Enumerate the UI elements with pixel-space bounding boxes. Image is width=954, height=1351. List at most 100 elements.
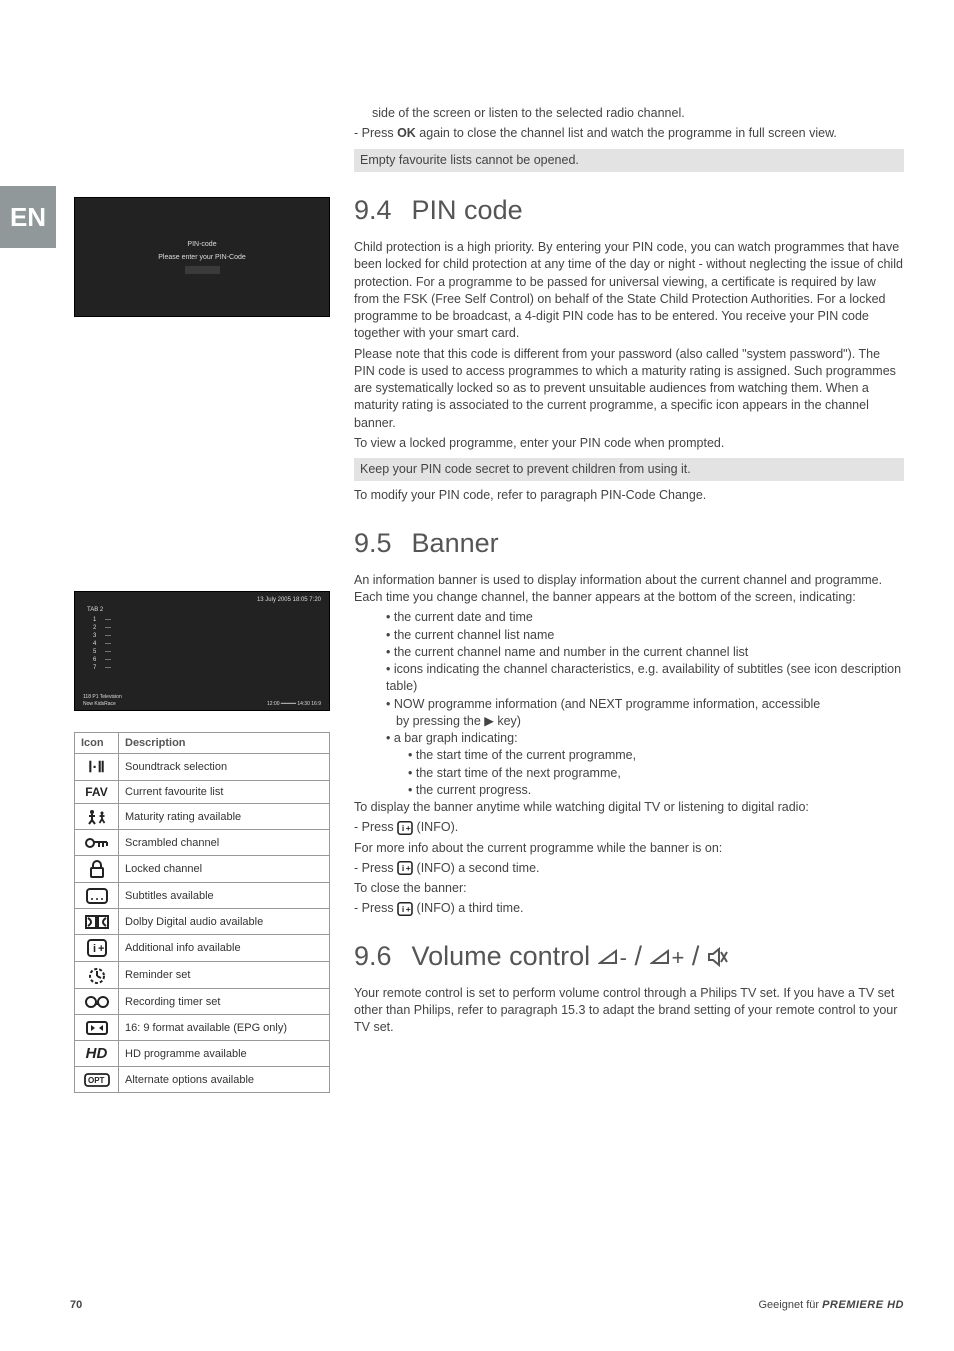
body-text: For more info about the current programm… (354, 840, 904, 857)
cell-desc: 16: 9 format available (EPG only) (119, 1015, 330, 1041)
cell-desc: Reminder set (119, 962, 330, 989)
icon-description-table: Icon Description Ⅰ·ⅡSoundtrack selection… (74, 732, 330, 1093)
heading-title: Banner (412, 528, 499, 558)
dolby-icon (75, 909, 119, 935)
text: - Press (354, 126, 397, 140)
opt-icon: OPT (75, 1067, 119, 1093)
sub-bullet: the current progress. (408, 782, 904, 799)
info-icon: i+ (75, 935, 119, 962)
svg-text:+: + (98, 943, 104, 955)
table-row: OPT Alternate options available (75, 1067, 330, 1093)
info-button-icon: i+ (397, 902, 413, 916)
table-row: Locked channel (75, 856, 330, 883)
bullet: the current channel name and number in t… (386, 644, 904, 661)
fav-icon: FAV (75, 781, 119, 804)
text: - Press (354, 820, 397, 834)
text: (INFO) a third time. (417, 901, 524, 915)
bullet: the current channel list name (386, 627, 904, 644)
table-row: Subtitles available (75, 883, 330, 909)
info-button-icon: i+ (397, 861, 413, 875)
cell-desc: Additional info available (119, 935, 330, 962)
table-row: FAVCurrent favourite list (75, 781, 330, 804)
cell-desc: Dolby Digital audio available (119, 909, 330, 935)
heading-num: 9.5 (354, 528, 392, 558)
pin-code-screenshot: PIN-code Please enter your PIN-Code (74, 197, 330, 317)
heading-num: 9.6 (354, 941, 392, 971)
body-text: To close the banner: (354, 880, 904, 897)
table-row: Recording timer set (75, 989, 330, 1015)
text: key) (494, 714, 521, 728)
pin-img-title: PIN-code (187, 241, 216, 248)
footer-text: Geeignet für PREMIERE HD (759, 1299, 905, 1311)
bullet: a bar graph indicating: (386, 730, 904, 747)
body-text: Please note that this code is different … (354, 346, 904, 432)
table-row: HDHD programme available (75, 1041, 330, 1067)
text: by pressing the (396, 714, 484, 728)
table-row: Dolby Digital audio available (75, 909, 330, 935)
table-header-desc: Description (119, 733, 330, 754)
mute-icon (707, 947, 729, 967)
play-icon: ▶ (484, 714, 494, 728)
svg-text:i: i (93, 943, 96, 955)
svg-text:+: + (406, 864, 411, 874)
bullet: NOW programme information (and NEXT prog… (386, 696, 904, 713)
cell-desc: Recording timer set (119, 989, 330, 1015)
bullet: the current date and time (386, 609, 904, 626)
body-text: An information banner is used to display… (354, 572, 904, 607)
note-box: Empty favourite lists cannot be opened. (354, 149, 904, 172)
heading-volume: 9.6Volume control - / + / (354, 938, 904, 975)
cell-desc: HD programme available (119, 1041, 330, 1067)
table-header-icon: Icon (75, 733, 119, 754)
maturity-icon (75, 804, 119, 830)
ok-bold: OK (397, 126, 416, 140)
table-row: Ⅰ·ⅡSoundtrack selection (75, 754, 330, 781)
text: (INFO). (417, 820, 459, 834)
recording-icon (75, 989, 119, 1015)
cell-desc: Maturity rating available (119, 804, 330, 830)
banner-img-bot2: Now KidsRace (83, 701, 116, 708)
table-row: i+ Additional info available (75, 935, 330, 962)
body-text: To view a locked programme, enter your P… (354, 435, 904, 452)
sub-bullet: the start time of the current programme, (408, 747, 904, 764)
cell-desc: Scrambled channel (119, 830, 330, 856)
body-text: Child protection is a high priority. By … (354, 239, 904, 343)
body-text: - Press i+ (INFO) a third time. (354, 900, 904, 917)
body-text: Your remote control is set to perform vo… (354, 985, 904, 1037)
heading-banner: 9.5 Banner (354, 525, 904, 562)
sub-bullet: the start time of the next programme, (408, 765, 904, 782)
banner-img-bot1: 118 P1 Television (83, 694, 321, 701)
body-text: To modify your PIN code, refer to paragr… (354, 487, 904, 504)
table-row: Reminder set (75, 962, 330, 989)
soundtrack-icon: Ⅰ·Ⅱ (75, 754, 119, 781)
heading-title: Volume control (412, 941, 598, 971)
page-number: 70 (70, 1299, 82, 1311)
bullet-list: a bar graph indicating: (386, 730, 904, 747)
language-tab: EN (0, 186, 56, 248)
svg-text:i: i (402, 823, 404, 833)
svg-text:i: i (402, 864, 404, 874)
svg-text:i: i (402, 904, 404, 914)
volume-minus-icon (598, 947, 620, 967)
pin-img-field (185, 266, 220, 274)
banner-img-footer: 118 P1 Television Now KidsRace 12:00 ━━━… (83, 694, 321, 708)
cell-desc: Subtitles available (119, 883, 330, 909)
text: Geeignet für (759, 1299, 823, 1311)
banner-screenshot: 13 July 2005 18:05 7:20 TAB 2 1— 2— 3— 4… (74, 591, 330, 711)
locked-icon (75, 856, 119, 883)
pin-img-text: Please enter your PIN-Code (158, 254, 246, 261)
scrambled-icon (75, 830, 119, 856)
banner-img-bot3: 12:00 ━━━━━ 14:30 16:9 (267, 701, 321, 708)
bullet-list: the current date and time the current ch… (386, 609, 904, 713)
cell-desc: Alternate options available (119, 1067, 330, 1093)
subtitles-icon (75, 883, 119, 909)
banner-img-date: 13 July 2005 18:05 7:20 (257, 597, 321, 603)
table-row: Scrambled channel (75, 830, 330, 856)
hd-icon: HD (75, 1041, 119, 1067)
text: - Press (354, 901, 397, 915)
body-text: - Press i+ (INFO) a second time. (354, 860, 904, 877)
banner-img-tab: TAB 2 (83, 606, 107, 614)
heading-pin-code: 9.4PIN code (354, 192, 904, 229)
heading-num: 9.4 (354, 195, 392, 225)
text: again to close the channel list and watc… (416, 126, 837, 140)
reminder-icon (75, 962, 119, 989)
